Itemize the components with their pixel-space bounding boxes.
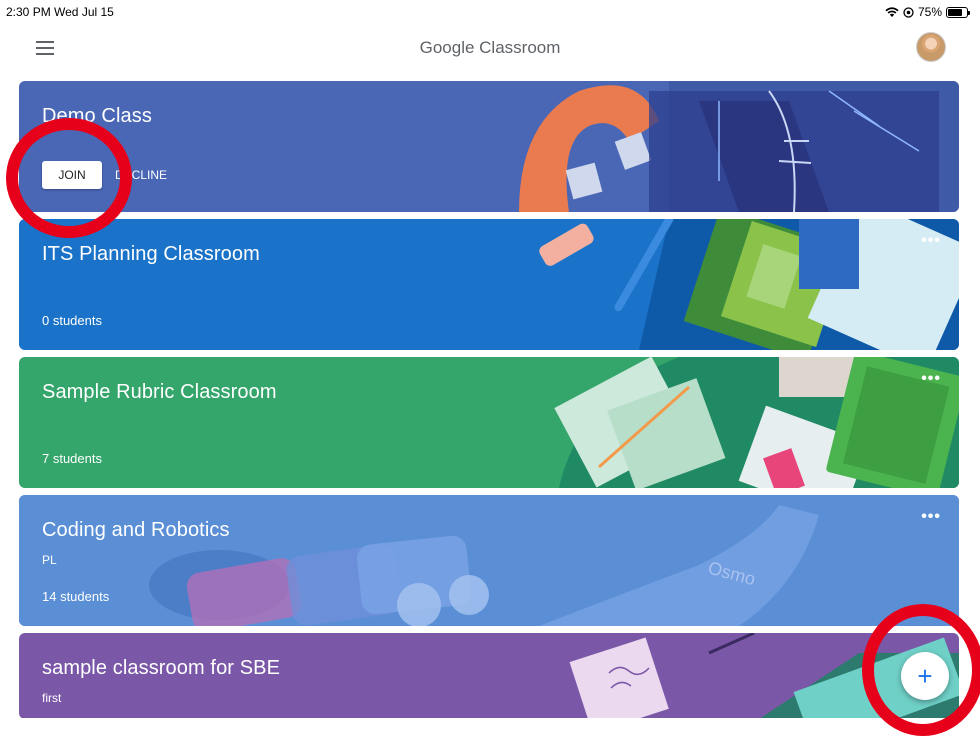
- more-options-icon[interactable]: •••: [921, 509, 941, 525]
- more-options-icon[interactable]: •••: [921, 233, 941, 249]
- add-class-button[interactable]: +: [901, 652, 949, 700]
- class-name: Sample Rubric Classroom: [42, 381, 277, 403]
- student-count: 0 students: [42, 313, 102, 328]
- class-section: first: [42, 691, 62, 705]
- app-bar: Google Classroom: [0, 24, 980, 74]
- status-bar: 2:30 PM Wed Jul 15 75%: [0, 0, 980, 24]
- status-indicators: 75%: [885, 5, 970, 19]
- student-count: 7 students: [42, 451, 102, 466]
- class-card-sample-sbe[interactable]: sample classroom for SBE first: [19, 633, 959, 719]
- bottom-edge: [0, 718, 980, 739]
- class-card-its-planning[interactable]: ITS Planning Classroom 0 students •••: [19, 219, 959, 350]
- status-time: 2:30 PM Wed Jul 15: [6, 5, 114, 19]
- location-icon: [903, 6, 914, 18]
- wifi-icon: [885, 6, 899, 17]
- notebook-illustration: [539, 219, 959, 350]
- class-name: Coding and Robotics: [42, 519, 230, 541]
- app-title: Google Classroom: [419, 38, 561, 57]
- user-avatar[interactable]: [916, 32, 946, 62]
- writing-illustration: [569, 633, 959, 719]
- osmo-photo-illustration: Osmo: [19, 495, 959, 626]
- student-count: 14 students: [42, 589, 110, 604]
- class-name: sample classroom for SBE: [42, 657, 281, 679]
- class-name: Demo Class: [42, 105, 152, 127]
- magnet-illustration: [519, 81, 959, 212]
- class-section: PL: [42, 553, 57, 567]
- join-button[interactable]: JOIN: [42, 161, 102, 189]
- class-card-demo[interactable]: Demo Class JOIN DECLINE: [19, 81, 959, 212]
- battery-icon: [946, 6, 970, 18]
- class-card-coding-robotics[interactable]: Osmo Coding and Robotics PL 14 students …: [19, 495, 959, 626]
- decline-button[interactable]: DECLINE: [115, 168, 167, 182]
- more-options-icon[interactable]: •••: [921, 371, 941, 387]
- books-illustration: [554, 357, 959, 488]
- class-card-sample-rubric[interactable]: Sample Rubric Classroom 7 students •••: [19, 357, 959, 488]
- class-name: ITS Planning Classroom: [42, 243, 260, 265]
- battery-percent: 75%: [917, 5, 942, 19]
